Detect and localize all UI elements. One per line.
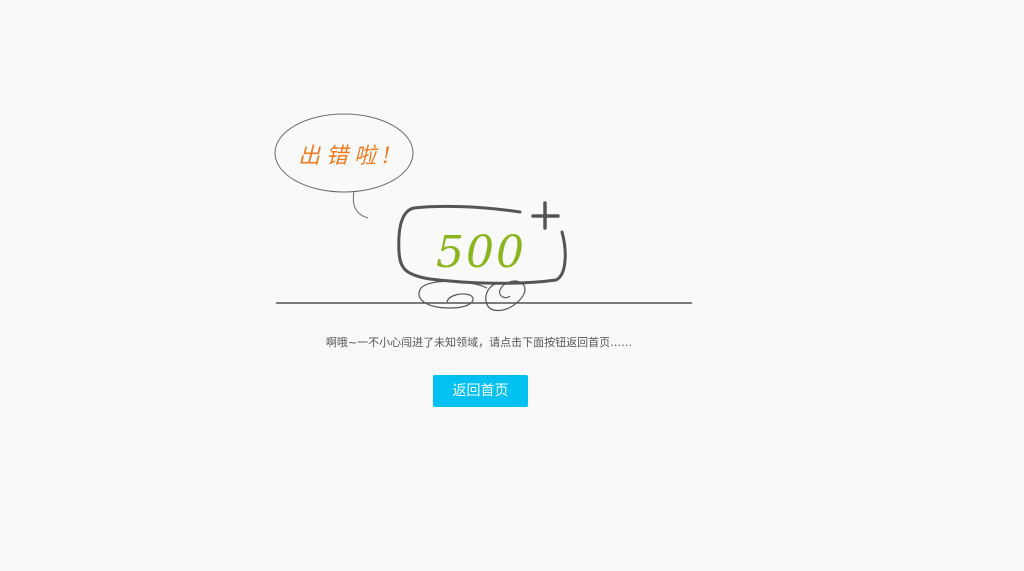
back-to-home-button[interactable]: 返回首页 — [433, 375, 528, 407]
plus-icon — [531, 201, 560, 230]
error-page: 出错啦! 500 啊哦~一不小心闯进了未知领域，请点击下面按钮返回首页…… 返回… — [0, 0, 1024, 571]
error-illustration: 出错啦! 500 — [274, 113, 692, 312]
monitor-stand — [418, 280, 526, 312]
bubble-text: 出错啦! — [298, 144, 397, 169]
error-code: 500 — [436, 227, 526, 278]
error-message: 啊哦~一不小心闯进了未知领域，请点击下面按钮返回首页…… — [325, 336, 633, 349]
monitor-outline: 500 — [397, 204, 567, 285]
speech-bubble: 出错啦! — [274, 113, 414, 219]
